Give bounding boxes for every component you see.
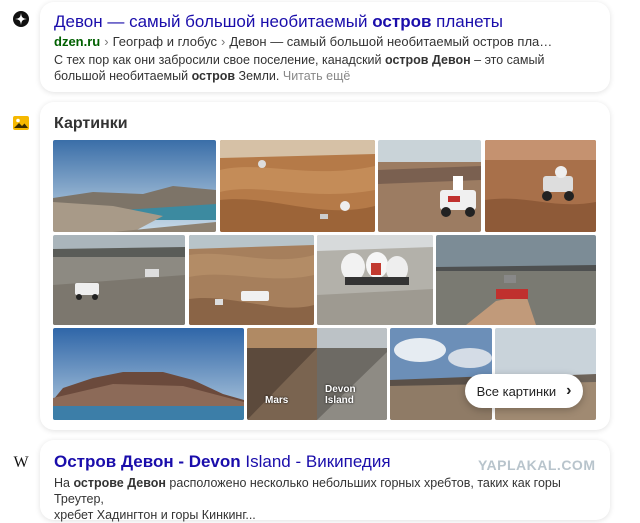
image-thumbnail[interactable]: Mars Devon Island — [247, 328, 387, 420]
image-thumbnail[interactable] — [220, 140, 375, 232]
images-icon — [10, 112, 32, 134]
result-host[interactable]: dzen.ru — [54, 34, 100, 49]
image-thumbnail[interactable] — [53, 328, 244, 420]
image-thumbnail[interactable] — [317, 235, 433, 325]
result-url[interactable]: dzen.ru › Географ и глобус › Девон — самый б… — [54, 34, 596, 49]
search-result-wikipedia: Остров Девон - Devon Island - Википедия … — [40, 440, 610, 522]
result-snippet: С тех пор как они забросили свое поселен… — [54, 53, 545, 83]
image-thumbnail[interactable] — [53, 235, 185, 325]
favicon-dzen-icon — [10, 8, 32, 30]
images-title[interactable]: Картинки — [54, 115, 128, 133]
watermark: YAPLAKAL.COM — [478, 457, 596, 473]
image-thumbnail[interactable] — [53, 140, 216, 232]
result-title-link[interactable]: Девон — самый большой необитаемый остров… — [54, 12, 596, 32]
image-thumbnail[interactable] — [378, 140, 481, 232]
all-images-button[interactable]: Все картинки › — [465, 374, 583, 408]
wikipedia-icon: W — [13, 454, 29, 471]
image-caption-mars: Mars — [265, 395, 289, 406]
image-thumbnail[interactable] — [189, 235, 314, 325]
image-caption-devon: Devon Island — [325, 384, 356, 406]
result-snippet: На острове Девон расположено несколько н… — [54, 476, 561, 522]
chevron-right-icon: › — [566, 382, 572, 399]
image-thumbnail[interactable] — [485, 140, 596, 232]
read-more-link[interactable]: Читать ещё — [283, 69, 350, 83]
images-block: Картинки Mars Devon Island Все картинки … — [40, 102, 610, 430]
search-result-dzen: Девон — самый большой необитаемый остров… — [40, 2, 610, 92]
breadcrumb-item[interactable]: Девон — самый большой необитаемый остров… — [229, 34, 552, 49]
breadcrumb-item[interactable]: Географ и глобус — [113, 34, 217, 49]
image-thumbnail[interactable] — [436, 235, 596, 325]
